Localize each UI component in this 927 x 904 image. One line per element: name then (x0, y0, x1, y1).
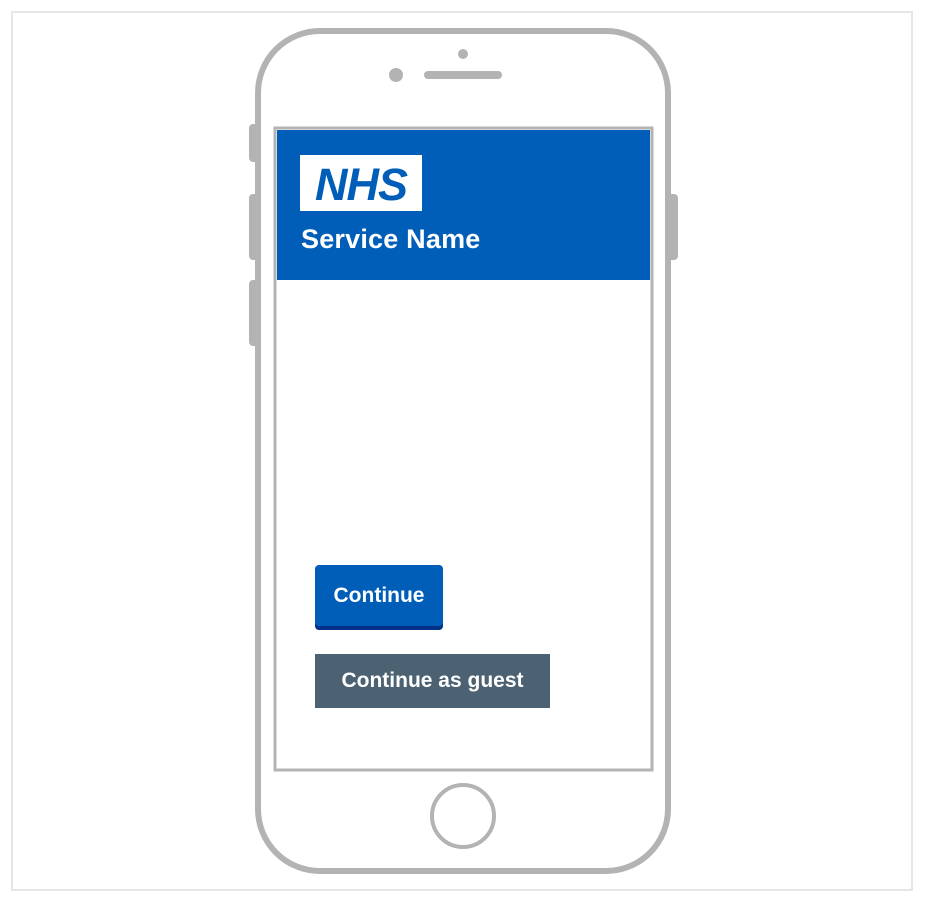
nhs-logo-text: NHS (315, 159, 408, 210)
earpiece-speaker-icon (424, 71, 502, 79)
nhs-header: NHS Service Name (277, 130, 650, 280)
service-name[interactable]: Service Name (301, 224, 481, 255)
phone-screen: NHS Service Name Continue Continue as gu… (277, 130, 650, 768)
front-camera-icon (389, 68, 403, 82)
continue-as-guest-button[interactable]: Continue as guest (315, 654, 550, 708)
nhs-logo-icon: NHS (315, 159, 409, 210)
sensor-dot-icon (458, 49, 468, 59)
continue-button[interactable]: Continue (315, 565, 443, 626)
nhs-logo[interactable]: NHS (300, 155, 422, 211)
home-button-icon[interactable] (430, 783, 496, 849)
